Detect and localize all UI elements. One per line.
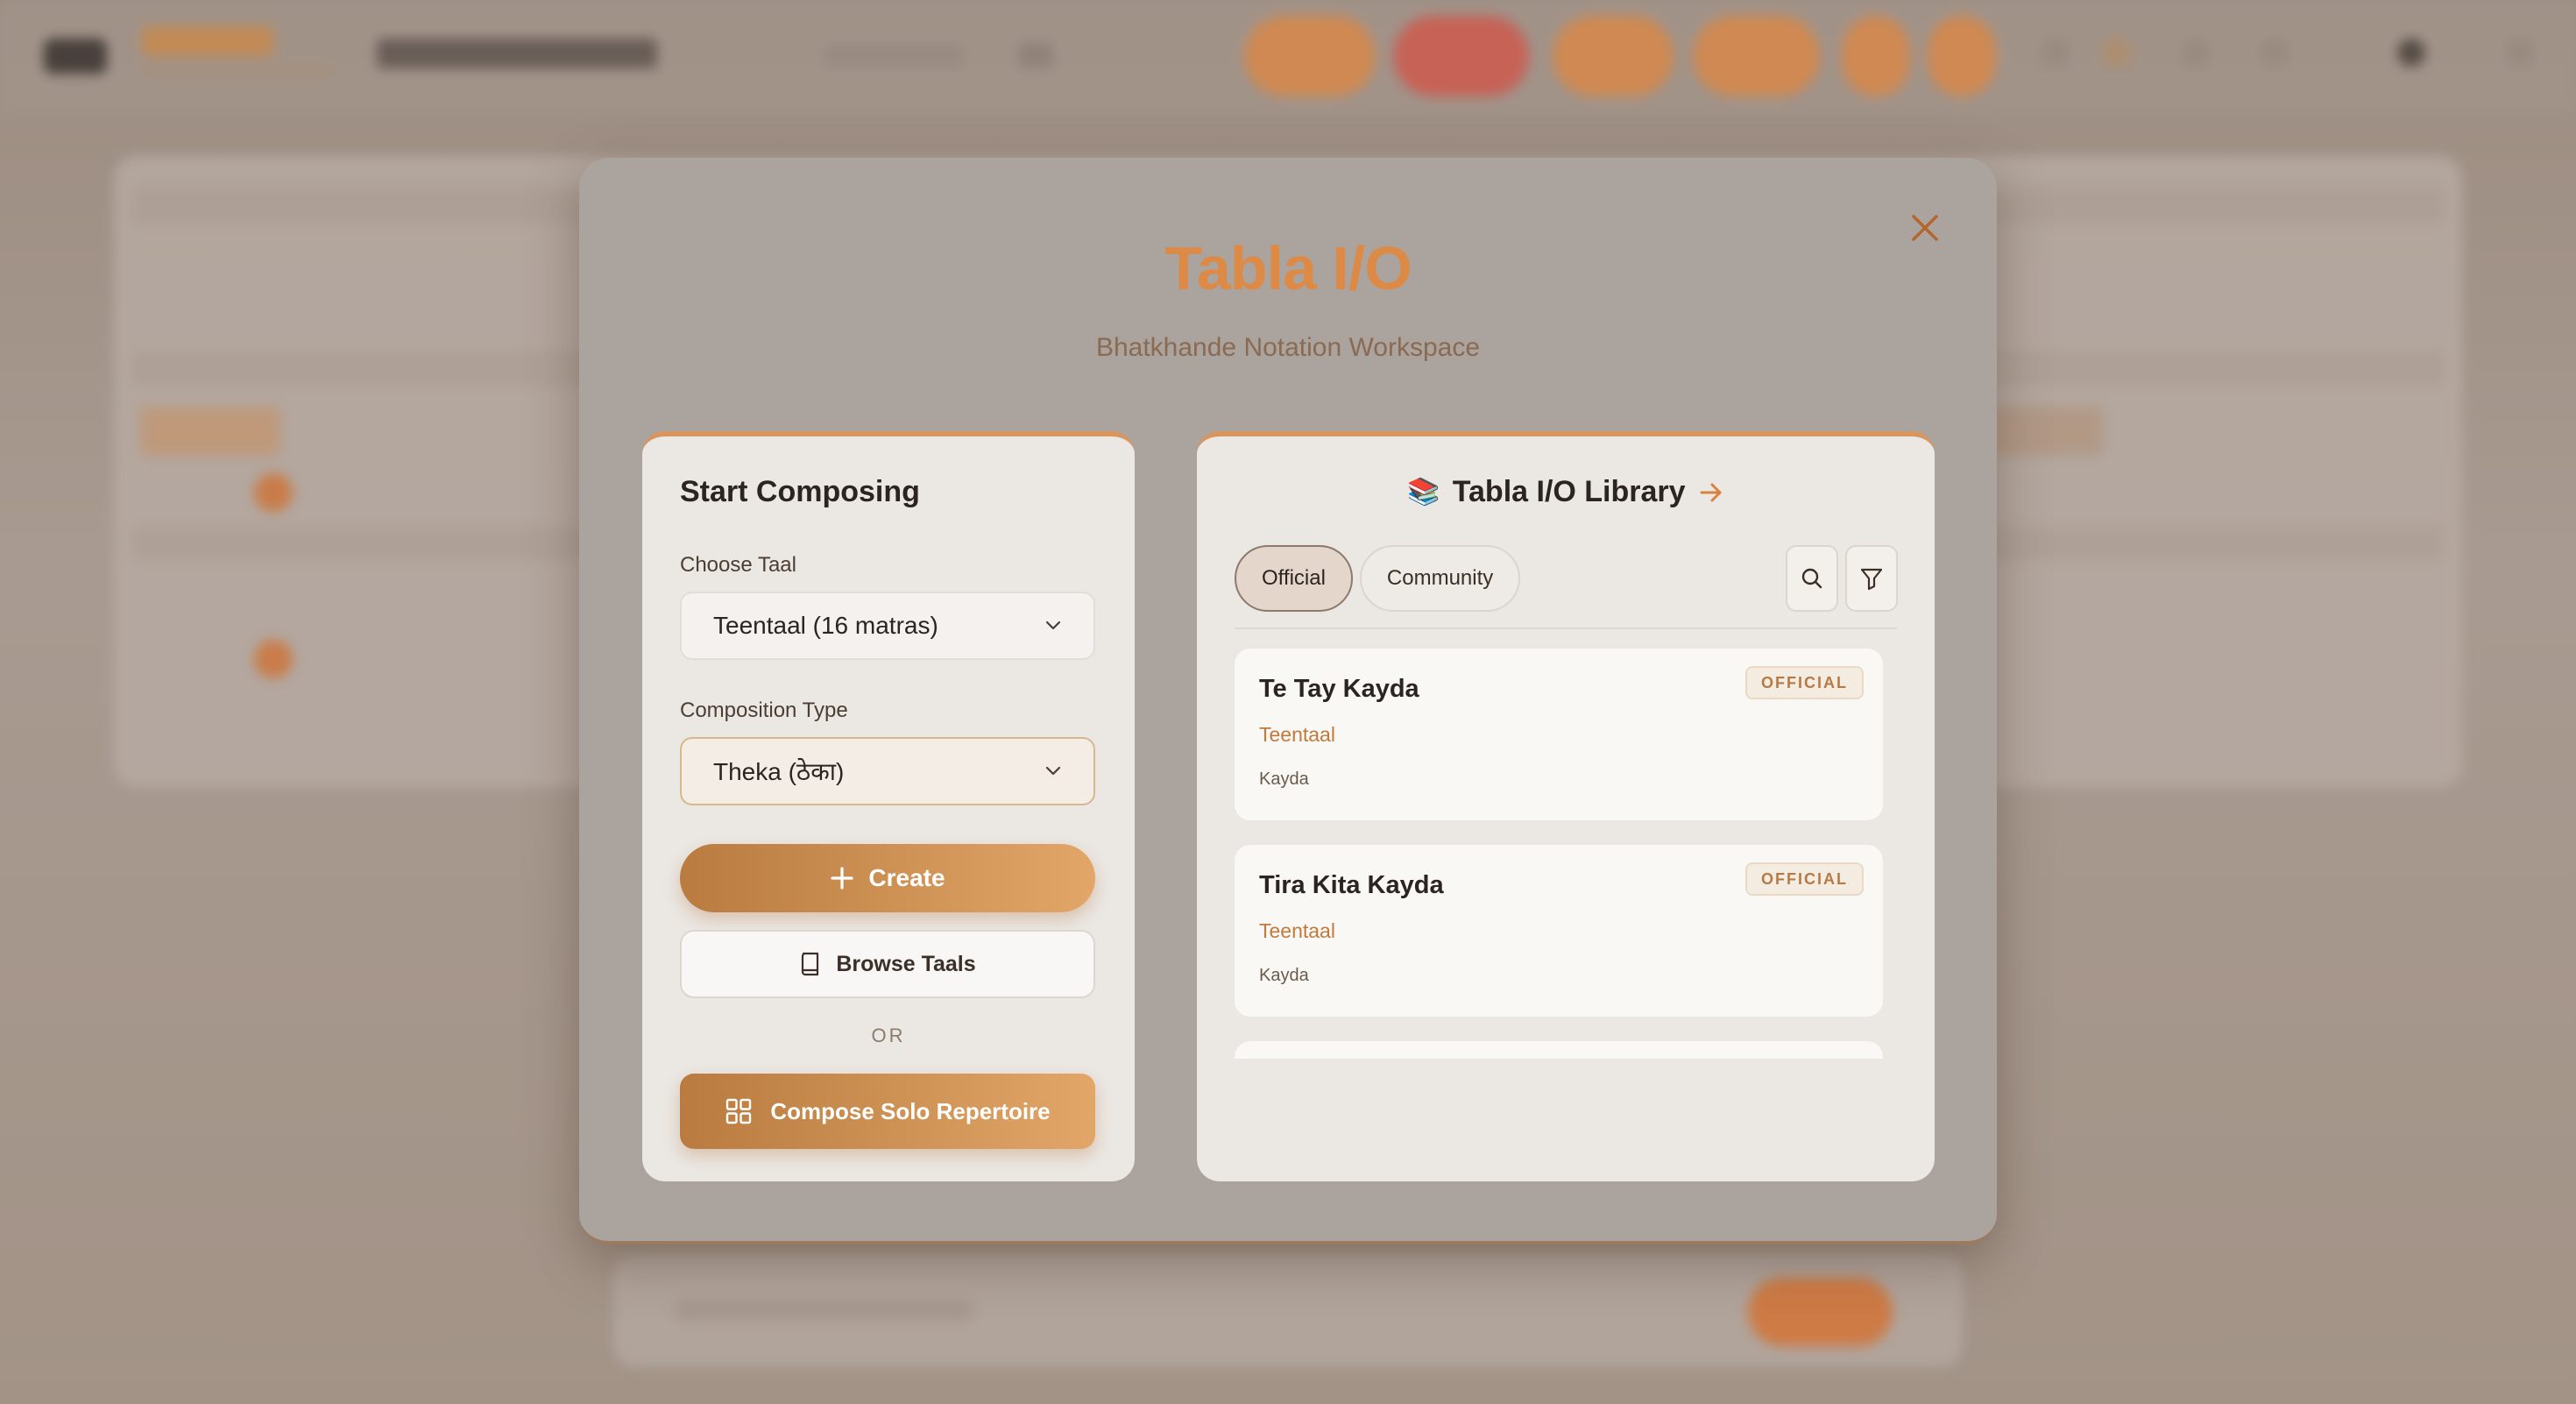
background-orb (254, 473, 293, 512)
tab-community[interactable]: Community (1359, 545, 1521, 612)
background-pill (1553, 16, 1674, 96)
background-control (824, 44, 964, 67)
taal-select-value: Teentaal (16 matras) (713, 612, 938, 639)
item-type: Kayda (1259, 966, 1309, 985)
tab-official[interactable]: Official (1235, 545, 1353, 612)
plus-icon (831, 867, 854, 890)
search-icon (1801, 568, 1822, 589)
taal-select[interactable]: Teentaal (16 matras) (680, 592, 1095, 660)
background-input-text (675, 1299, 973, 1322)
start-composing-heading: Start Composing (680, 475, 920, 508)
chevron-down-icon (1045, 620, 1061, 630)
official-badge: OFFICIAL (1745, 862, 1864, 896)
start-composing-panel: Start Composing Choose Taal Teentaal (16… (642, 431, 1135, 1181)
compose-solo-label: Compose Solo Repertoire (770, 1097, 1051, 1124)
grid-icon (726, 1098, 752, 1124)
list-item[interactable]: Te Tay Kayda Teentaal Kayda OFFICIAL (1235, 649, 1883, 820)
composition-type-select[interactable]: Theka (ठेका) (680, 737, 1095, 805)
background-pill (1928, 16, 1996, 96)
modal-title: Tabla I/O (1164, 234, 1412, 302)
background-pill (1244, 16, 1376, 96)
background-title (377, 39, 657, 68)
background-control (1018, 42, 1053, 68)
item-taal: Teentaal (1259, 723, 1335, 746)
browse-taals-button[interactable]: Browse Taals (680, 930, 1095, 998)
background-icon (2042, 39, 2070, 67)
library-title: Tabla I/O Library (1452, 475, 1686, 508)
composition-type-label: Composition Type (680, 698, 848, 722)
background-pill (1393, 16, 1529, 96)
welcome-modal: Tabla I/O Bhatkhande Notation Workspace … (579, 158, 1997, 1244)
background-icon (2261, 39, 2289, 67)
background-pill (1842, 16, 1910, 96)
library-divider (1235, 628, 1897, 629)
official-badge: OFFICIAL (1745, 666, 1864, 699)
or-divider: OR (871, 1025, 906, 1046)
taal-label: Choose Taal (680, 553, 796, 577)
background-icon (2506, 39, 2534, 67)
library-header-link[interactable]: 📚 Tabla I/O Library (1197, 475, 1935, 509)
create-button[interactable]: Create (680, 844, 1095, 912)
library-panel: 📚 Tabla I/O Library Official Community T… (1197, 431, 1935, 1181)
background-icon (2103, 39, 2131, 67)
browse-taals-label: Browse Taals (836, 951, 976, 976)
background-send-button (1748, 1278, 1893, 1346)
book-icon (802, 952, 819, 976)
background-avatar (2397, 39, 2425, 67)
chevron-down-icon (1045, 766, 1061, 776)
composition-type-value: Theka (ठेका) (713, 758, 845, 785)
list-item[interactable]: Tira Kita Kayda Teentaal Kayda OFFICIAL (1235, 845, 1883, 1017)
books-icon: 📚 (1407, 478, 1440, 507)
background-logo (44, 39, 107, 74)
filter-button[interactable] (1845, 545, 1898, 612)
library-tools (1786, 545, 1898, 612)
list-item-partial[interactable] (1235, 1041, 1883, 1059)
library-list[interactable]: Te Tay Kayda Teentaal Kayda OFFICIAL Tir… (1235, 649, 1897, 1059)
item-taal: Teentaal (1259, 919, 1335, 942)
background-orb (254, 640, 293, 678)
background-pill (1693, 16, 1820, 96)
filter-icon (1860, 568, 1883, 591)
create-button-label: Create (868, 864, 945, 891)
library-tabs: Official Community (1235, 545, 1521, 612)
compose-solo-button[interactable]: Compose Solo Repertoire (680, 1074, 1095, 1149)
background-brand-sub (142, 65, 335, 77)
arrow-right-icon (1700, 483, 1722, 501)
background-icon (2182, 39, 2210, 67)
background-brand (142, 26, 273, 56)
modal-subtitle: Bhatkhande Notation Workspace (1095, 333, 1481, 362)
search-button[interactable] (1786, 545, 1838, 612)
item-type: Kayda (1259, 769, 1309, 789)
background-cell (140, 407, 280, 456)
